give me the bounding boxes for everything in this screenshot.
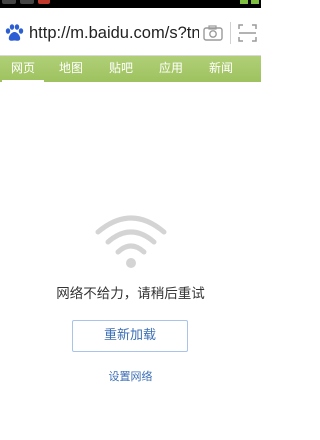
notification-icon [2,0,16,4]
scan-icon[interactable] [238,24,257,42]
signal-icon [240,0,248,4]
address-divider [230,22,231,44]
tab-news[interactable]: 新闻 [201,56,241,82]
error-message: 网络不给力，请稍后重试 [56,286,205,302]
tab-map[interactable]: 地图 [51,56,91,82]
battery-icon [251,0,259,4]
status-bar [0,0,261,8]
tab-tieba[interactable]: 贴吧 [101,56,141,82]
baidu-paw-icon[interactable] [4,23,24,43]
wifi-icon [95,215,167,268]
camera-icon[interactable] [203,25,223,41]
notification-icon [38,0,50,4]
reload-button[interactable]: 重新加载 [72,320,188,352]
address-bar: http://m.baidu.com/s?tn [0,8,261,56]
tab-apps[interactable]: 应用 [151,56,191,82]
network-settings-link[interactable]: 设置网络 [0,369,261,385]
tab-bar: 网页 地图 贴吧 应用 新闻 [0,56,261,82]
notification-icon [20,0,34,4]
tab-web[interactable]: 网页 [2,56,44,82]
url-field[interactable]: http://m.baidu.com/s?tn [29,22,199,44]
